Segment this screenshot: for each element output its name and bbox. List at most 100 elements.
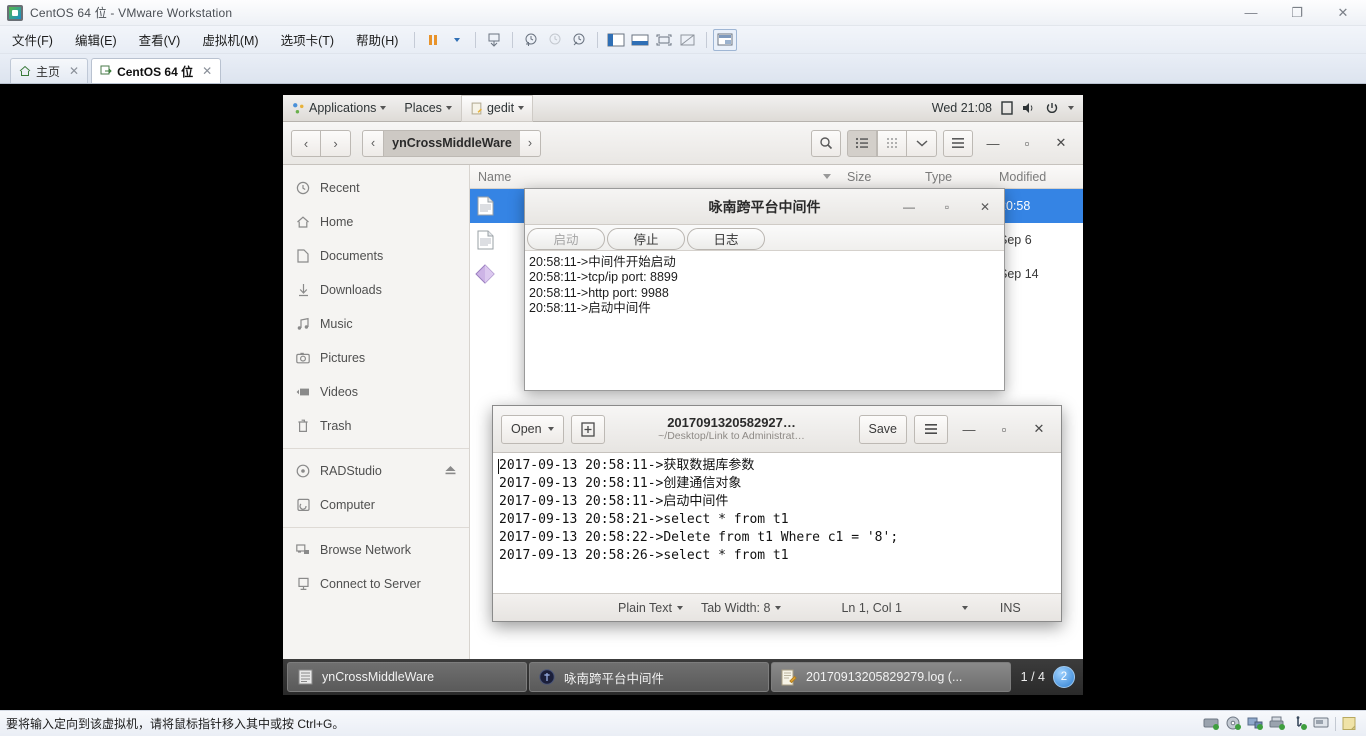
sidebar-item-downloads[interactable]: Downloads bbox=[283, 273, 469, 307]
gedit-minimize-button[interactable]: — bbox=[955, 415, 983, 443]
menu-view[interactable]: 查看(V) bbox=[129, 27, 191, 52]
column-header-type[interactable]: Type bbox=[917, 170, 991, 184]
grid-view-icon[interactable] bbox=[877, 129, 907, 157]
sidebar-toggle-icon[interactable] bbox=[604, 29, 628, 51]
printer-device-icon[interactable] bbox=[1269, 716, 1286, 731]
network-device-icon[interactable] bbox=[1247, 716, 1264, 731]
vmware-maximize-button[interactable]: ❐ bbox=[1274, 0, 1320, 25]
power-icon[interactable] bbox=[1045, 101, 1059, 115]
gnome-active-app-menu[interactable]: gedit bbox=[460, 94, 534, 122]
forward-button[interactable]: › bbox=[321, 129, 351, 157]
take-snapshot-icon[interactable] bbox=[519, 29, 543, 51]
unity-mode-icon[interactable] bbox=[676, 29, 700, 51]
insert-mode: INS bbox=[999, 600, 1021, 615]
chevron-down-icon[interactable] bbox=[1068, 106, 1074, 110]
text-file-icon bbox=[470, 230, 500, 250]
start-button[interactable]: 启动 bbox=[527, 227, 605, 250]
file-manager-maximize-button[interactable]: ▫ bbox=[1013, 129, 1041, 157]
stop-button[interactable]: 停止 bbox=[607, 227, 685, 250]
open-button[interactable]: Open bbox=[501, 414, 564, 444]
file-manager-minimize-button[interactable]: — bbox=[979, 129, 1007, 157]
taskbar-item-file-manager[interactable]: ynCrossMiddleWare bbox=[287, 662, 527, 692]
menu-tabs[interactable]: 选项卡(T) bbox=[271, 27, 344, 52]
middleware-log-area[interactable]: 20:58:11->中间件开始启动 20:58:11->tcp/ip port:… bbox=[525, 251, 1004, 390]
tab-width-selector[interactable]: Tab Width: 8 bbox=[701, 601, 782, 615]
tab-home[interactable]: 主页 ✕ bbox=[10, 58, 89, 83]
column-header-size[interactable]: Size bbox=[839, 170, 917, 184]
gnome-places-menu[interactable]: Places bbox=[395, 95, 461, 122]
breadcrumb-current[interactable]: ynCrossMiddleWare bbox=[384, 129, 520, 157]
sidebar-item-browse-network[interactable]: Browse Network bbox=[283, 533, 469, 567]
pause-icon[interactable] bbox=[421, 29, 445, 51]
gedit-text-area[interactable]: 2017-09-13 20:58:11->获取数据库参数 2017-09-13 … bbox=[493, 453, 1061, 593]
file-manager-close-button[interactable]: ✕ bbox=[1047, 129, 1075, 157]
cdrom-device-icon[interactable] bbox=[1225, 716, 1242, 731]
gnome-applications-menu[interactable]: Applications bbox=[283, 95, 395, 122]
workspace-badge[interactable]: 2 bbox=[1053, 666, 1075, 688]
save-button[interactable]: Save bbox=[858, 414, 907, 444]
sidebar-item-documents[interactable]: Documents bbox=[283, 239, 469, 273]
menu-edit[interactable]: 编辑(E) bbox=[65, 27, 127, 52]
sidebar-item-videos[interactable]: Videos bbox=[283, 375, 469, 409]
sidebar-item-trash[interactable]: Trash bbox=[283, 409, 469, 443]
middleware-minimize-button[interactable]: — bbox=[890, 189, 928, 225]
menu-help[interactable]: 帮助(H) bbox=[346, 27, 408, 52]
sidebar-item-home[interactable]: Home bbox=[283, 205, 469, 239]
vmware-minimize-button[interactable]: — bbox=[1228, 0, 1274, 25]
back-button[interactable]: ‹ bbox=[291, 129, 321, 157]
tab-centos-close-icon[interactable]: ✕ bbox=[202, 64, 212, 78]
chevron-down-icon[interactable] bbox=[907, 129, 937, 157]
log-button[interactable]: 日志 bbox=[687, 227, 765, 250]
middleware-titlebar: 咏南跨平台中间件 — ▫ ✕ bbox=[525, 189, 1004, 225]
sidebar-label: Computer bbox=[320, 498, 375, 512]
manage-snapshot-icon[interactable] bbox=[482, 29, 506, 51]
middleware-dialog[interactable]: 咏南跨平台中间件 — ▫ ✕ 启动 停止 日志 20:58:11->中间件开始启… bbox=[524, 188, 1005, 391]
power-dropdown-icon[interactable] bbox=[445, 29, 469, 51]
sidebar-item-radstudio[interactable]: RADStudio bbox=[283, 454, 469, 488]
taskbar-item-gedit[interactable]: 20170913205829279.log (... bbox=[771, 662, 1011, 692]
console-view-icon[interactable] bbox=[628, 29, 652, 51]
middleware-maximize-button[interactable]: ▫ bbox=[928, 189, 966, 225]
snapshot-manager-icon[interactable] bbox=[567, 29, 591, 51]
middleware-window-controls: — ▫ ✕ bbox=[890, 189, 1004, 225]
note-icon[interactable] bbox=[1001, 101, 1013, 115]
column-header-modified[interactable]: Modified bbox=[991, 170, 1083, 184]
taskbar-item-middleware[interactable]: 咏南跨平台中间件 bbox=[529, 662, 769, 692]
fullscreen-icon[interactable] bbox=[652, 29, 676, 51]
sidebar-item-pictures[interactable]: Pictures bbox=[283, 341, 469, 375]
column-label-name: Name bbox=[478, 169, 512, 184]
column-header-name[interactable]: Name bbox=[470, 170, 839, 184]
search-icon[interactable] bbox=[811, 129, 841, 157]
breadcrumb-prev-button[interactable]: ‹ bbox=[362, 129, 385, 157]
chevron-down-icon[interactable] bbox=[961, 605, 968, 610]
hamburger-menu-icon[interactable] bbox=[943, 129, 973, 157]
middleware-close-button[interactable]: ✕ bbox=[966, 189, 1004, 225]
multiple-windows-icon[interactable] bbox=[713, 28, 738, 51]
tab-home-close-icon[interactable]: ✕ bbox=[69, 64, 79, 78]
vmware-close-button[interactable]: ✕ bbox=[1320, 0, 1366, 25]
usb-device-icon[interactable] bbox=[1291, 716, 1308, 731]
list-view-icon[interactable] bbox=[847, 129, 877, 157]
gedit-maximize-button[interactable]: ▫ bbox=[990, 415, 1018, 443]
sidebar-item-recent[interactable]: Recent bbox=[283, 171, 469, 205]
sidebar-divider-2 bbox=[283, 527, 469, 528]
guest-screen[interactable]: Applications Places gedit Wed 21:08 ‹ › … bbox=[0, 84, 1366, 710]
gedit-window[interactable]: Open 2017091320582927… ~/Desktop/Link to… bbox=[492, 405, 1062, 622]
tab-centos[interactable]: CentOS 64 位 ✕ bbox=[91, 58, 222, 83]
volume-icon[interactable] bbox=[1022, 101, 1036, 115]
breadcrumb-next-button[interactable]: › bbox=[519, 129, 542, 157]
new-document-icon[interactable] bbox=[570, 414, 605, 444]
eject-icon[interactable] bbox=[444, 464, 457, 479]
sidebar-item-computer[interactable]: Computer bbox=[283, 488, 469, 522]
language-selector[interactable]: Plain Text bbox=[618, 601, 683, 615]
notes-icon[interactable] bbox=[1341, 716, 1358, 731]
gedit-close-button[interactable]: ✕ bbox=[1025, 415, 1053, 443]
menu-vm[interactable]: 虚拟机(M) bbox=[192, 27, 268, 52]
harddisk-device-icon[interactable] bbox=[1203, 716, 1220, 731]
menu-file[interactable]: 文件(F) bbox=[2, 27, 63, 52]
gnome-clock[interactable]: Wed 21:08 bbox=[932, 101, 992, 115]
display-device-icon[interactable] bbox=[1313, 716, 1330, 731]
hamburger-menu-icon[interactable] bbox=[914, 414, 948, 444]
sidebar-item-music[interactable]: Music bbox=[283, 307, 469, 341]
sidebar-item-connect-to-server[interactable]: Connect to Server bbox=[283, 567, 469, 601]
